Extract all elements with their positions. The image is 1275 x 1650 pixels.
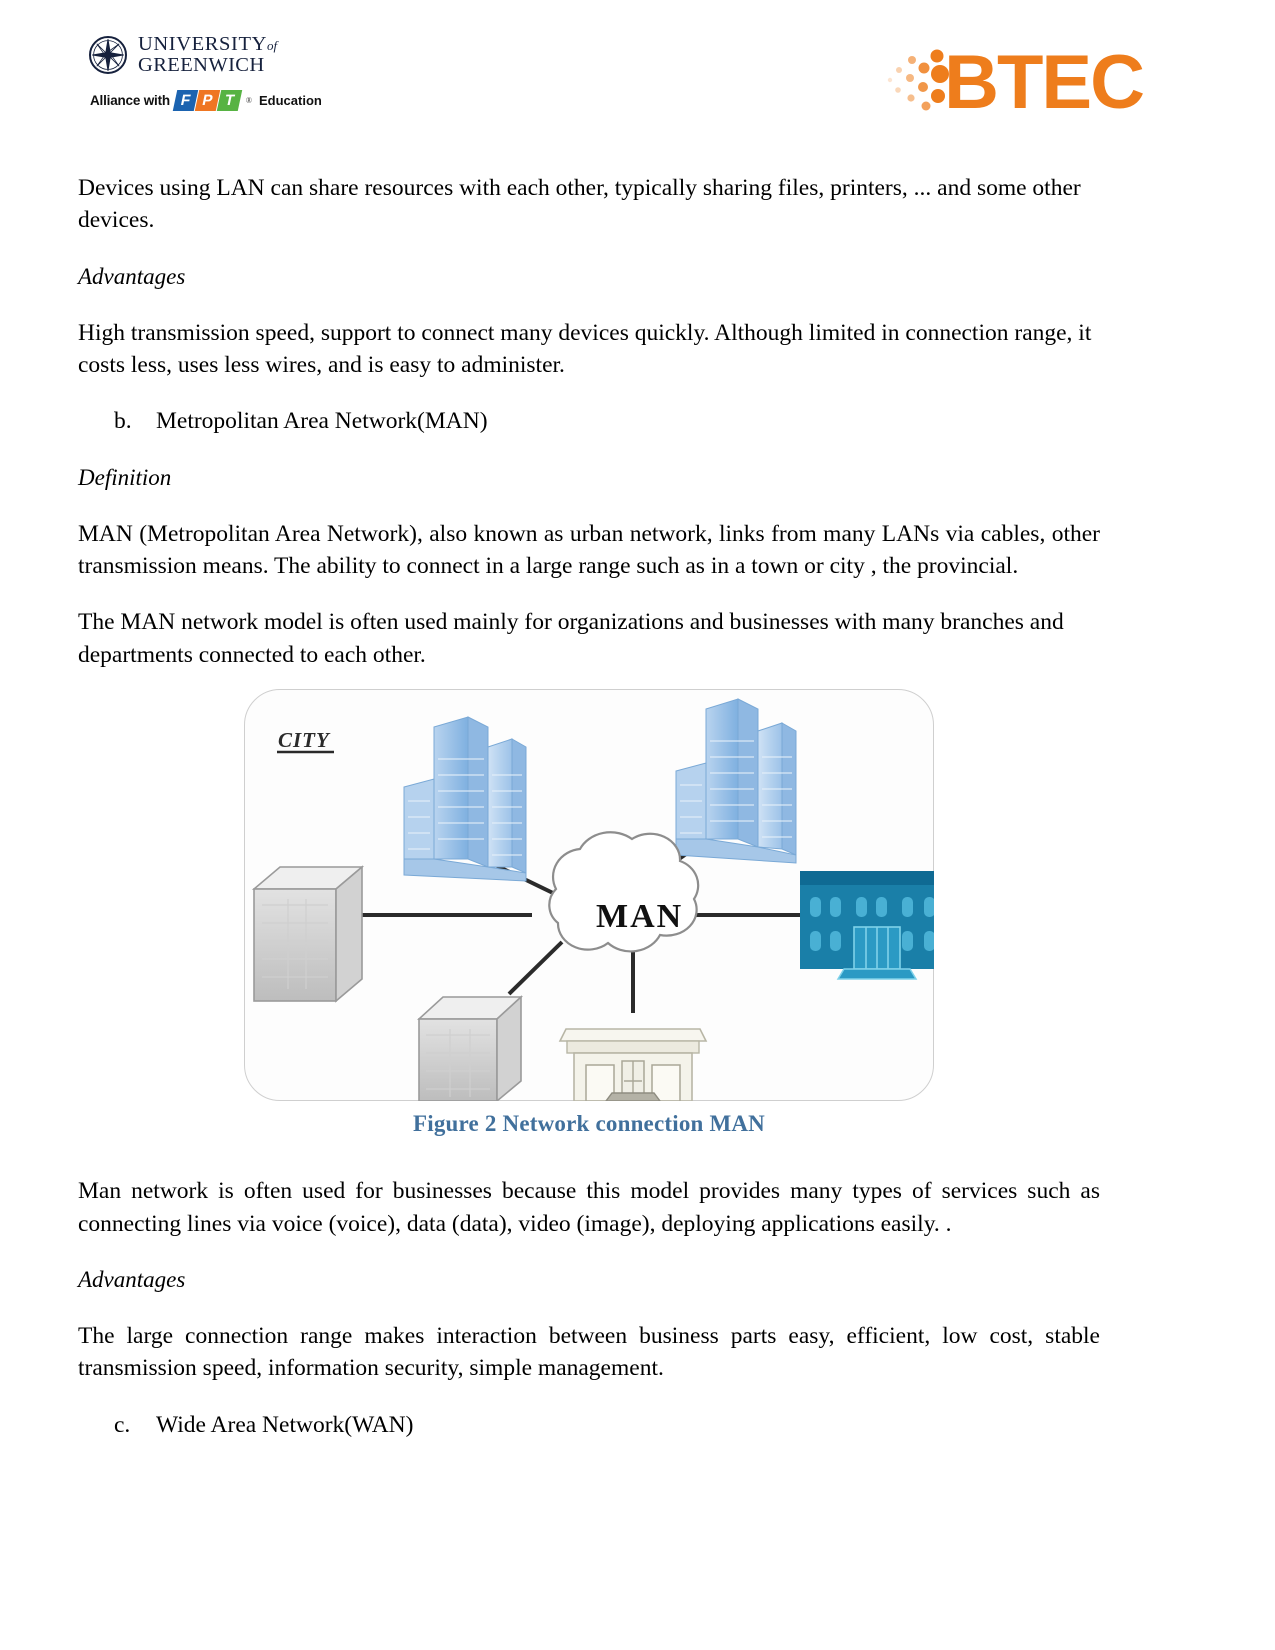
- fpt-logo-icon: F P T: [172, 90, 243, 112]
- paragraph-man-model: The MAN network model is often used main…: [78, 609, 1064, 668]
- document-page: UNIVERSITYof GREENWICH Alliance with F P…: [0, 0, 1275, 1650]
- fpt-letter-t: T: [216, 90, 243, 112]
- list-label-wan: Wide Area Network(WAN): [156, 1411, 414, 1438]
- server-bottom-icon: [416, 995, 524, 1102]
- figure-caption: Figure 2 Network connection MAN: [413, 1111, 765, 1137]
- fpt-alliance-lockup: Alliance with F P T ® Education: [90, 90, 388, 112]
- alliance-prefix-label: Alliance with: [90, 93, 170, 109]
- city-label-group: CITY: [277, 728, 334, 754]
- compass-rose-seal-icon: [88, 35, 128, 75]
- list-marker-c: c.: [114, 1411, 131, 1438]
- heading-definition: Definition: [78, 464, 172, 490]
- heading-advantages-lan: Advantages: [78, 263, 186, 289]
- svg-text:CITY: CITY: [278, 728, 331, 752]
- skyscraper-left-icon: [403, 716, 527, 882]
- paragraph-man-definition: MAN (Metropolitan Area Network), also kn…: [78, 520, 1100, 579]
- list-item-man: b. Metropolitan Area Network(MAN): [78, 405, 1100, 437]
- registered-trademark-icon: ®: [245, 95, 252, 105]
- list-marker-b: b.: [114, 408, 132, 435]
- list-item-wan: c. Wide Area Network(WAN): [78, 1409, 1100, 1441]
- skyscraper-right-icon: [675, 698, 797, 864]
- paragraph-lan-sharing: Devices using LAN can share resources wi…: [78, 175, 1081, 234]
- alliance-suffix-label: Education: [259, 93, 322, 109]
- man-network-diagram: CITY MAN: [251, 698, 934, 1102]
- greenwich-word: GREENWICH: [138, 53, 265, 76]
- btec-logo: BTEC: [882, 40, 1145, 125]
- civic-building-bottom-icon: [558, 1028, 708, 1102]
- figure-man-network: CITY MAN Figure 2 Network connection MAN: [78, 689, 1100, 1137]
- heading-advantages-man: Advantages: [78, 1267, 186, 1293]
- btec-wordmark: BTEC: [944, 40, 1145, 125]
- office-building-right-icon: [800, 871, 934, 981]
- page-header: UNIVERSITYof GREENWICH Alliance with F P…: [0, 26, 1275, 141]
- cloud-label-man: MAN: [596, 898, 683, 935]
- university-of-word: of: [267, 38, 278, 53]
- list-label-man: Metropolitan Area Network(MAN): [156, 408, 488, 435]
- paragraph-lan-advantages: High transmission speed, support to conn…: [78, 319, 1092, 378]
- university-of-greenwich-logo: UNIVERSITYof GREENWICH Alliance with F P…: [88, 34, 388, 144]
- paragraph-man-advantages: The large connection range makes interac…: [78, 1322, 1100, 1382]
- university-word: UNIVERSITY: [138, 33, 267, 55]
- server-left-icon: [251, 865, 365, 1003]
- paragraph-man-business: Man network is often used for businesses…: [78, 1178, 1100, 1237]
- document-body: Devices using LAN can share resources wi…: [78, 172, 1100, 1465]
